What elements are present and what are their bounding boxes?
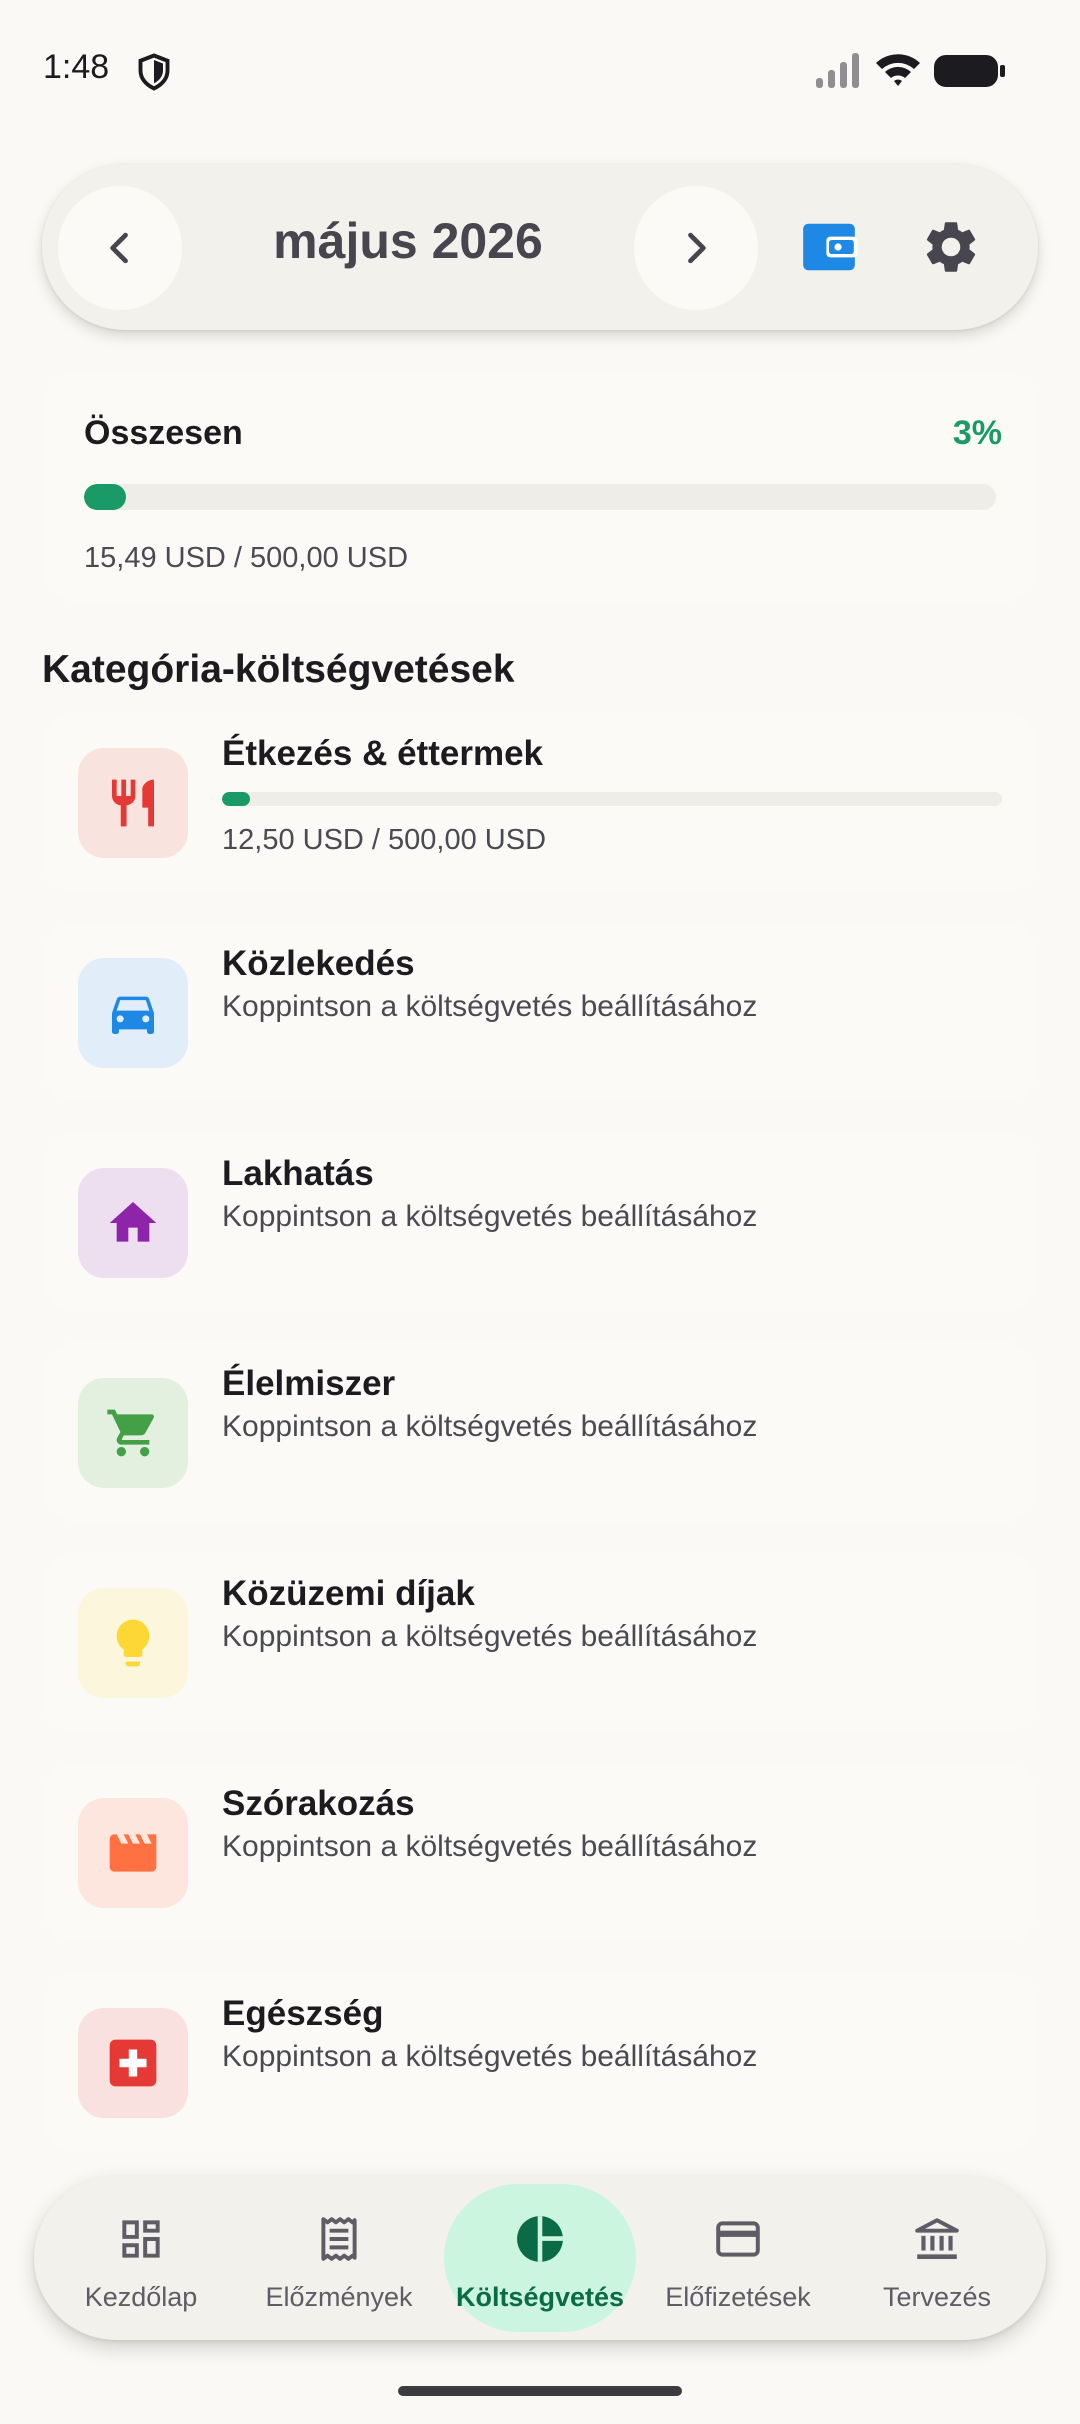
category-progress-fill xyxy=(222,792,250,806)
restaurant-icon xyxy=(112,779,154,827)
signal-icon xyxy=(816,53,859,88)
category-icon-tile xyxy=(78,1168,188,1278)
category-icon-tile xyxy=(78,1798,188,1908)
wallet-icon[interactable] xyxy=(798,216,860,278)
nav-label: Tervezés xyxy=(882,2282,992,2312)
category-card-housing[interactable]: Lakhatás Koppintson a költségvetés beáll… xyxy=(42,1132,1038,1312)
category-name: Lakhatás xyxy=(222,1154,374,1193)
bottom-navigation: Kezdőlap Előzmények Költségvetés Előfize… xyxy=(34,2176,1046,2340)
category-subtitle: Koppintson a költségvetés beállításához xyxy=(222,1620,758,1653)
nav-item-subscriptions[interactable]: Előfizetések xyxy=(639,2176,837,2340)
category-card-health[interactable]: Egészség Koppintson a költségvetés beáll… xyxy=(42,1972,1038,2152)
receipt-icon xyxy=(321,2217,357,2261)
car-icon xyxy=(112,996,154,1034)
home-icon xyxy=(109,1202,157,1242)
previous-month-button[interactable] xyxy=(58,186,182,310)
category-subtitle: Koppintson a költségvetés beállításához xyxy=(222,990,758,1023)
dashboard-icon xyxy=(122,2220,160,2258)
category-icon-tile xyxy=(78,1588,188,1698)
lightbulb-icon xyxy=(116,1619,150,1667)
next-month-button[interactable] xyxy=(634,186,758,310)
category-name: Szórakozás xyxy=(222,1784,415,1823)
nav-label: Előfizetések xyxy=(665,2282,811,2312)
category-card-utilities[interactable]: Közüzemi díjak Koppintson a költségvetés… xyxy=(42,1552,1038,1732)
category-subtitle: Koppintson a költségvetés beállításához xyxy=(222,1410,758,1443)
chevron-left-icon xyxy=(110,232,128,264)
month-header: május 2026 xyxy=(42,164,1038,330)
bank-icon xyxy=(915,2218,959,2259)
month-title: május 2026 xyxy=(273,213,543,269)
wifi-icon xyxy=(876,54,920,86)
battery-icon xyxy=(934,55,1005,87)
category-icon-tile xyxy=(78,1378,188,1488)
category-subtitle: Koppintson a költségvetés beállításához xyxy=(222,2040,758,2073)
nav-item-home[interactable]: Kezdőlap xyxy=(42,2176,240,2340)
section-title: Kategória-költségvetések xyxy=(42,648,515,691)
nav-label: Költségvetés xyxy=(455,2282,625,2312)
status-time: 1:48 xyxy=(43,48,110,86)
category-progress-bar xyxy=(222,792,1002,806)
nav-label: Kezdőlap xyxy=(84,2282,198,2312)
pie-chart-icon xyxy=(517,2216,563,2262)
category-card-food[interactable]: Étkezés & éttermek 12,50 USD / 500,00 US… xyxy=(42,712,1038,892)
chevron-right-icon xyxy=(688,232,706,264)
status-bar: 1:48 xyxy=(0,0,1080,140)
total-label: Összesen xyxy=(84,414,243,452)
category-icon-tile xyxy=(78,2008,188,2118)
category-name: Egészség xyxy=(222,1994,384,2033)
nav-item-planning[interactable]: Tervezés xyxy=(838,2176,1036,2340)
category-card-entertainment[interactable]: Szórakozás Koppintson a költségvetés beá… xyxy=(42,1762,1038,1942)
total-amount: 15,49 USD / 500,00 USD xyxy=(84,542,409,574)
category-icon-tile xyxy=(78,958,188,1068)
total-percent: 3% xyxy=(952,414,1002,452)
total-progress-bar xyxy=(84,484,996,510)
category-card-groceries[interactable]: Élelmiszer Koppintson a költségvetés beá… xyxy=(42,1342,1038,1522)
nav-item-budget[interactable]: Költségvetés xyxy=(441,2176,639,2340)
gear-icon[interactable] xyxy=(920,216,982,278)
category-subtitle: Koppintson a költségvetés beállításához xyxy=(222,1200,758,1233)
total-budget-card[interactable]: Összesen 3% 15,49 USD / 500,00 USD xyxy=(42,372,1038,602)
category-name: Közlekedés xyxy=(222,944,415,983)
home-indicator[interactable] xyxy=(398,2386,682,2396)
category-card-transport[interactable]: Közlekedés Koppintson a költségvetés beá… xyxy=(42,922,1038,1102)
credit-card-icon xyxy=(716,2221,760,2257)
shield-icon xyxy=(138,53,170,91)
medical-icon xyxy=(109,2039,157,2087)
category-name: Élelmiszer xyxy=(222,1364,396,1403)
category-icon-tile xyxy=(78,748,188,858)
category-name: Étkezés & éttermek xyxy=(222,734,543,773)
nav-item-history[interactable]: Előzmények xyxy=(240,2176,438,2340)
total-progress-fill xyxy=(84,484,126,510)
category-subtitle: Koppintson a költségvetés beállításához xyxy=(222,1830,758,1863)
movie-icon xyxy=(109,1834,157,1872)
category-amount: 12,50 USD / 500,00 USD xyxy=(222,824,547,856)
category-name: Közüzemi díjak xyxy=(222,1574,475,1613)
cart-icon xyxy=(107,1409,155,1457)
nav-label: Előzmények xyxy=(265,2282,413,2312)
